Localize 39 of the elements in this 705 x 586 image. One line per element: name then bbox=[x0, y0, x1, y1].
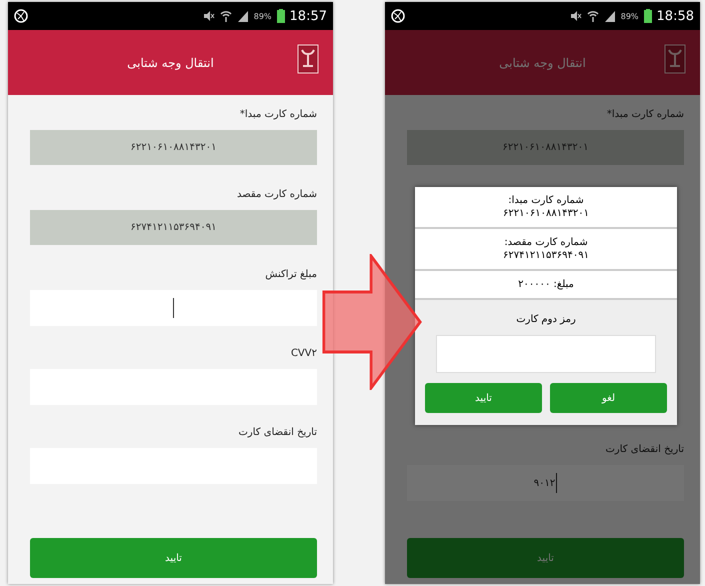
signal-icon bbox=[604, 10, 616, 22]
wifi-icon bbox=[220, 10, 232, 22]
card-number: ۶۲۷۴۱۲۱۱۵۳۶۹۴۰۹۱ bbox=[503, 250, 589, 261]
clock-time: 18:57 bbox=[290, 8, 327, 24]
battery-icon bbox=[276, 9, 285, 23]
wifi-icon bbox=[586, 10, 599, 22]
field-label: تاریخ انقضای کارت bbox=[606, 444, 684, 455]
confirm-button[interactable]: تایید bbox=[407, 538, 684, 578]
screen-title: انتقال وجه شتابی bbox=[499, 56, 586, 70]
logo-icon bbox=[297, 44, 319, 74]
field-label: CVV۲ bbox=[290, 348, 317, 359]
field-label: شماره کارت مبدا* bbox=[240, 109, 317, 120]
logo-icon bbox=[664, 44, 686, 74]
field-label: شماره کارت مبدا* bbox=[606, 109, 684, 120]
input-field[interactable] bbox=[30, 290, 317, 326]
battery-percent: 89% bbox=[254, 12, 272, 20]
card-number-field[interactable]: ۶۲۲۱۰۶۱۰۸۸۱۴۳۲۰۱ bbox=[407, 130, 684, 165]
input-field[interactable]: ۹۰۱۲ bbox=[407, 465, 684, 501]
password-field[interactable] bbox=[436, 335, 656, 373]
clock-time: 18:58 bbox=[656, 8, 694, 24]
screen-title: انتقال وجه شتابی bbox=[127, 56, 214, 70]
summary-label: شماره کارت مقصد: bbox=[504, 237, 588, 248]
mute-icon bbox=[570, 10, 582, 22]
password-label: رمز دوم کارت bbox=[516, 314, 576, 325]
confirm-button[interactable]: تایید bbox=[425, 383, 542, 413]
field-label: تاریخ انقضای کارت bbox=[238, 427, 317, 438]
battery-icon bbox=[644, 9, 652, 23]
signal-icon bbox=[236, 10, 249, 22]
field-label: شماره کارت مقصد bbox=[236, 189, 317, 200]
mute-icon bbox=[202, 10, 215, 22]
field-label: مبلغ تراکنش bbox=[265, 269, 317, 280]
confirm-button[interactable]: تایید bbox=[30, 538, 317, 578]
card-number: ۶۲۲۱۰۶۱۰۸۸۱۴۳۲۰۱ bbox=[503, 208, 589, 219]
card-number-field[interactable]: ۶۲۲۱۰۶۱۰۸۸۱۴۳۲۰۱ bbox=[30, 130, 317, 165]
card-number-field[interactable]: ۶۲۷۴۱۲۱۱۵۳۶۹۴۰۹۱ bbox=[30, 210, 317, 245]
cancel-button[interactable]: لغو bbox=[550, 383, 667, 413]
summary-label: مبلغ: ۲۰۰۰۰۰ bbox=[518, 279, 574, 290]
summary-label: شماره کارت مبدا: bbox=[508, 195, 584, 206]
battery-percent: 89% bbox=[620, 12, 639, 20]
